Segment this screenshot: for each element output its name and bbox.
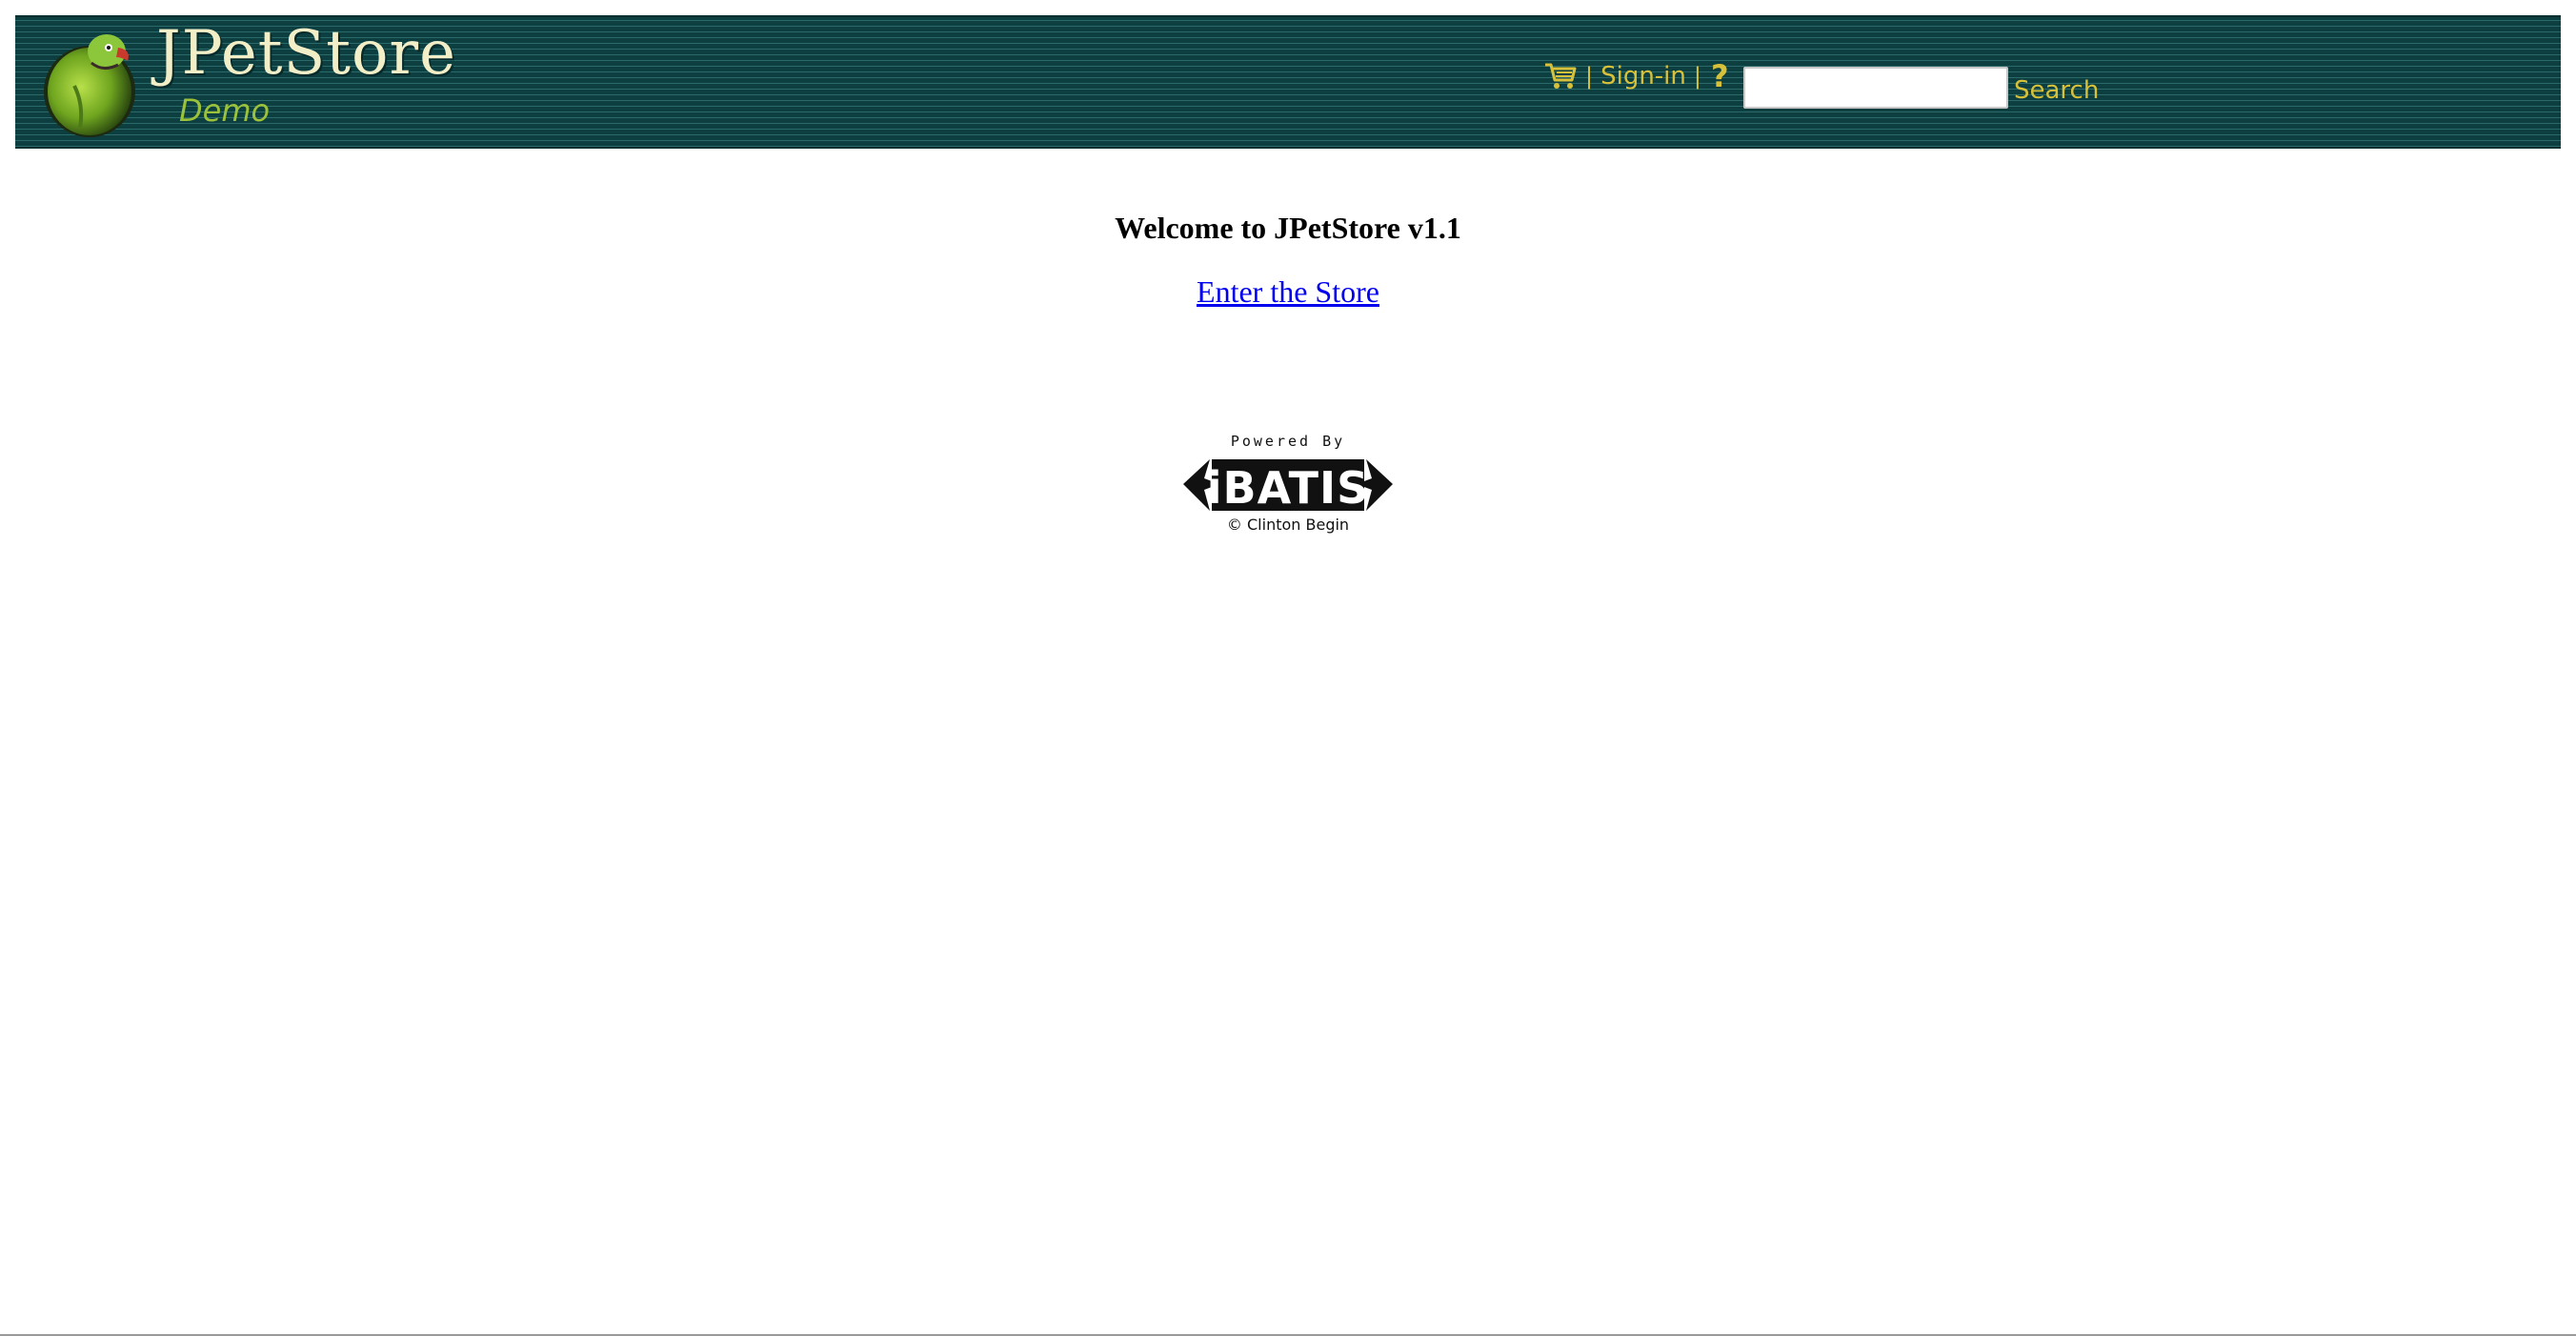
nav-separator: | bbox=[1693, 63, 1701, 90]
search-button[interactable]: Search bbox=[2014, 78, 2099, 103]
header-banner: JPetStore Demo | Sign-in | ? Search bbox=[15, 15, 2561, 149]
powered-by-text: Powered By bbox=[1231, 433, 1345, 450]
logo-subtitle: Demo bbox=[179, 92, 271, 129]
search-input[interactable] bbox=[1743, 67, 2008, 109]
parrot-logo-icon[interactable] bbox=[42, 29, 145, 141]
copyright-text: © Clinton Begin bbox=[1227, 516, 1349, 534]
help-link[interactable]: ? bbox=[1711, 58, 1729, 94]
powered-by-ibatis-logo: Powered By iBATIS © Clinton Begin bbox=[1183, 431, 1393, 539]
shopping-cart-icon[interactable] bbox=[1543, 61, 1578, 91]
page: JPetStore Demo | Sign-in | ? Search Welc… bbox=[0, 0, 2576, 1336]
sign-in-link[interactable]: Sign-in bbox=[1600, 62, 1686, 91]
ibatis-brand-text: iBATIS bbox=[1207, 462, 1369, 514]
welcome-heading: Welcome to JPetStore v1.1 bbox=[1115, 211, 1461, 245]
header-nav: | Sign-in | ? bbox=[1543, 57, 1729, 95]
main-content: Welcome to JPetStore v1.1 Enter the Stor… bbox=[0, 210, 2576, 310]
nav-separator: | bbox=[1585, 63, 1594, 90]
enter-store-link[interactable]: Enter the Store bbox=[1197, 274, 1379, 310]
logo-title: JPetStore bbox=[156, 18, 456, 89]
